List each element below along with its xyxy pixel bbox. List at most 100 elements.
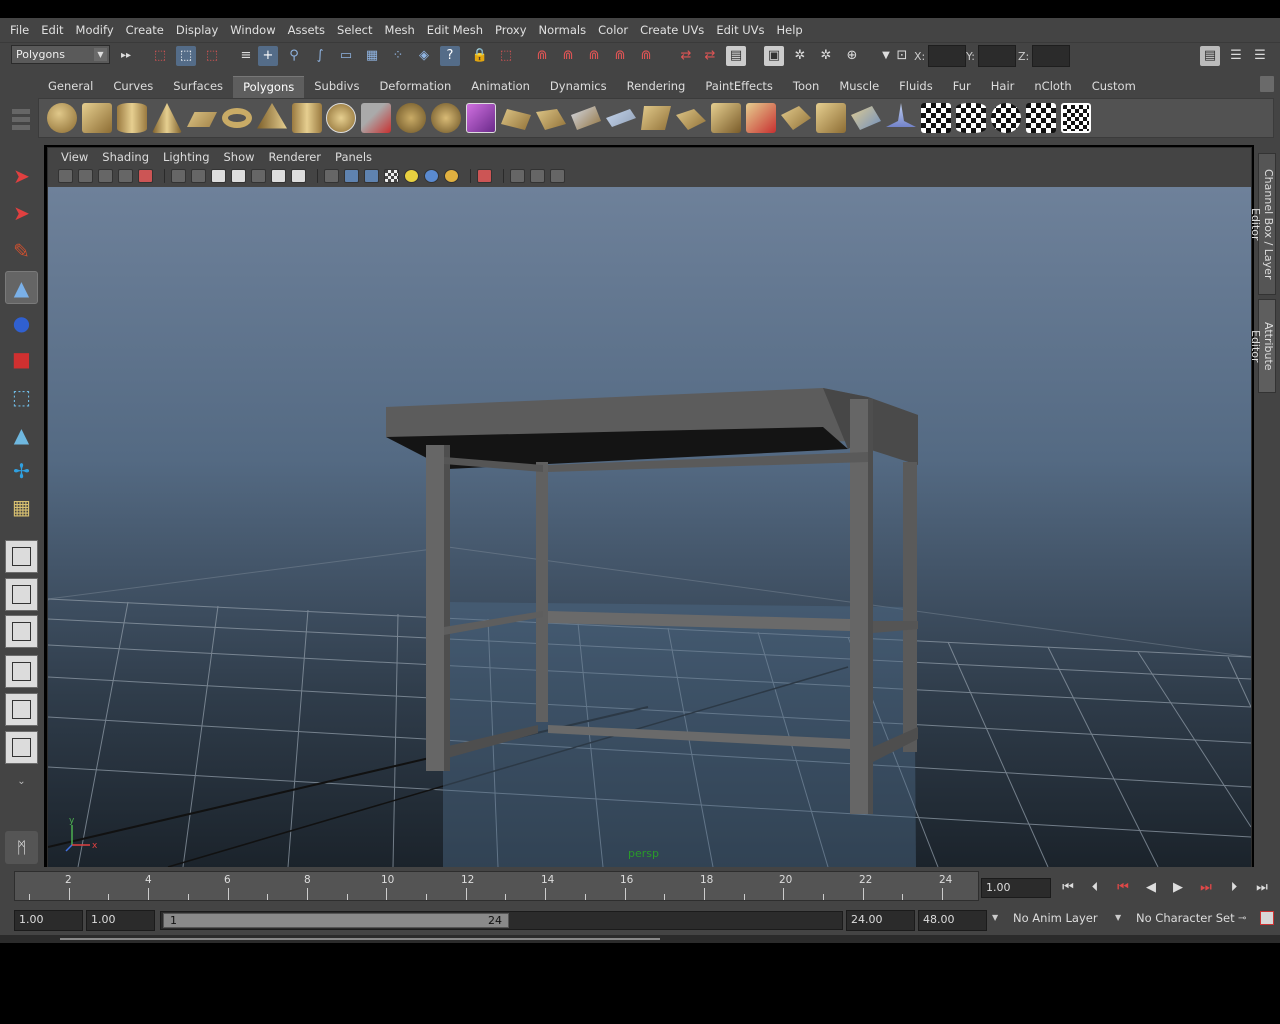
shelf-tab-ncloth[interactable]: nCloth: [1024, 76, 1081, 98]
soft-modification-icon[interactable]: ▲: [5, 419, 38, 452]
range-slider[interactable]: 1 24: [160, 911, 843, 930]
menu-set-selector[interactable]: Polygons ▼: [11, 45, 110, 64]
shelf-tab-curves[interactable]: Curves: [103, 76, 163, 98]
maya-logo-icon[interactable]: ᛗ: [5, 831, 38, 864]
poly-torus-icon[interactable]: [222, 108, 252, 128]
menu-edit-mesh[interactable]: Edit Mesh: [421, 23, 489, 37]
select-deformations-icon[interactable]: ▦: [362, 46, 382, 66]
smooth-icon[interactable]: [431, 103, 461, 133]
last-tool-icon[interactable]: ▦: [5, 491, 38, 524]
ipr-render-icon[interactable]: ✲: [790, 46, 810, 66]
trash-icon[interactable]: [1260, 76, 1274, 92]
uv-texture-editor-icon[interactable]: [1061, 103, 1091, 133]
step-forward-frame-icon[interactable]: ⏵: [1224, 878, 1244, 898]
shelf-tab-polygons[interactable]: Polygons: [233, 76, 305, 98]
step-back-key-icon[interactable]: ⏮: [1113, 878, 1133, 898]
textured-icon[interactable]: [384, 169, 399, 183]
more-layouts-chevron-icon[interactable]: ⌄: [5, 767, 38, 800]
snap-view-plane-icon[interactable]: ⋒: [610, 46, 630, 66]
lock-selection-icon[interactable]: 🔒: [470, 46, 490, 66]
menu-file[interactable]: File: [4, 23, 35, 37]
play-backwards-icon[interactable]: ◀: [1141, 878, 1161, 898]
poly-helix-icon[interactable]: [326, 103, 356, 133]
channel-box-tab[interactable]: Channel Box / Layer Editor: [1249, 153, 1276, 295]
go-to-start-icon[interactable]: ⏮: [1058, 878, 1078, 898]
x-input[interactable]: [928, 45, 967, 67]
playback-end-field[interactable]: 24.00: [846, 910, 915, 931]
poly-sphere-icon[interactable]: [47, 103, 77, 133]
construction-history-icon[interactable]: ▤: [726, 46, 746, 66]
select-camera-icon[interactable]: [58, 169, 73, 183]
menu-edit-uvs[interactable]: Edit UVs: [710, 23, 770, 37]
command-line[interactable]: [0, 935, 1280, 943]
menu-modify[interactable]: Modify: [70, 23, 120, 37]
planar-mapping-icon[interactable]: [921, 103, 951, 133]
gate-mask-icon[interactable]: [251, 169, 266, 183]
animation-preferences-icon[interactable]: [1260, 911, 1274, 925]
wedge-face-icon[interactable]: [851, 106, 881, 130]
x-coordinate-field[interactable]: X:: [914, 45, 967, 67]
select-rendering-icon[interactable]: ◈: [414, 46, 434, 66]
show-manipulator-icon[interactable]: ✢: [5, 455, 38, 488]
menu-window[interactable]: Window: [224, 23, 281, 37]
camera-attributes-icon[interactable]: [78, 169, 93, 183]
y-input[interactable]: [977, 45, 1016, 67]
xray-icon[interactable]: [510, 169, 525, 183]
toggle-sidebar-icon[interactable]: ▤: [1200, 46, 1220, 66]
bookmarks-icon[interactable]: [98, 169, 113, 183]
anim-layer-selector[interactable]: No Anim Layer: [1013, 911, 1098, 931]
absolute-transform-icon[interactable]: ⊡: [892, 46, 912, 66]
image-plane-icon[interactable]: [118, 169, 133, 183]
shelf-tab-painteffects[interactable]: PaintEffects: [695, 76, 783, 98]
y-coordinate-field[interactable]: Y:: [966, 45, 1016, 67]
snap-grid-icon[interactable]: ⋒: [532, 46, 552, 66]
viewport-canvas[interactable]: y x persp: [48, 187, 1251, 867]
z-coordinate-field[interactable]: Z:: [1018, 45, 1071, 67]
extrude-icon[interactable]: [501, 109, 531, 130]
insert-edge-loop-icon[interactable]: [641, 106, 671, 130]
divider-arrows-icon[interactable]: ▸▸: [116, 46, 136, 66]
current-frame-field[interactable]: 1.00: [981, 878, 1051, 898]
render-current-frame-icon[interactable]: ▣: [764, 46, 784, 66]
hypershade-persp-layout-icon[interactable]: [5, 693, 38, 726]
split-polygon-icon[interactable]: [606, 109, 636, 127]
select-component-icon[interactable]: ⬚: [202, 46, 222, 66]
mask-toggle-icon[interactable]: ≡: [236, 46, 256, 66]
select-surfaces-icon[interactable]: ▭: [336, 46, 356, 66]
shelf-tab-animation[interactable]: Animation: [461, 76, 540, 98]
poly-cylinder-icon[interactable]: [117, 103, 147, 133]
menu-help[interactable]: Help: [771, 23, 809, 37]
menu-proxy[interactable]: Proxy: [489, 23, 533, 37]
menu-color[interactable]: Color: [592, 23, 634, 37]
select-handles-icon[interactable]: +: [258, 46, 278, 66]
lasso-tool-icon[interactable]: ➤: [5, 197, 38, 230]
select-dynamics-icon[interactable]: ⁘: [388, 46, 408, 66]
poly-pipe-icon[interactable]: [292, 103, 322, 133]
poly-cube-icon[interactable]: [82, 103, 112, 133]
use-all-lights-icon[interactable]: [404, 169, 419, 183]
single-pane-layout-icon[interactable]: [5, 540, 38, 573]
highlight-selection-icon[interactable]: ⬚: [496, 46, 516, 66]
snap-point-icon[interactable]: ⋒: [584, 46, 604, 66]
viewport-menu-panels[interactable]: Panels: [328, 150, 379, 164]
chevron-down-icon[interactable]: ▼: [1115, 913, 1125, 923]
menu-normals[interactable]: Normals: [533, 23, 593, 37]
show-tool-settings-icon[interactable]: ☰: [1250, 46, 1270, 66]
hardware-texturing-icon[interactable]: [444, 169, 459, 183]
menu-mesh[interactable]: Mesh: [379, 23, 421, 37]
move-tool-icon[interactable]: ▲: [5, 271, 38, 304]
playback-start-field[interactable]: 1.00: [86, 910, 155, 931]
wireframe-on-shaded-icon[interactable]: [364, 169, 379, 183]
smooth-shade-all-icon[interactable]: [344, 169, 359, 183]
sculpt-geometry-icon[interactable]: [886, 103, 916, 127]
field-chart-icon[interactable]: [271, 169, 286, 183]
input-ops-icon[interactable]: ⇄: [676, 46, 696, 66]
poly-cone-icon[interactable]: [152, 103, 182, 133]
wireframe-icon[interactable]: [171, 169, 186, 183]
play-forwards-icon[interactable]: ▶: [1168, 878, 1188, 898]
shelf-tab-rendering[interactable]: Rendering: [617, 76, 696, 98]
isolate-select-icon[interactable]: [477, 169, 492, 183]
menu-assets[interactable]: Assets: [282, 23, 331, 37]
shelf-tab-dynamics[interactable]: Dynamics: [540, 76, 617, 98]
select-curves-icon[interactable]: ∫: [310, 46, 330, 66]
